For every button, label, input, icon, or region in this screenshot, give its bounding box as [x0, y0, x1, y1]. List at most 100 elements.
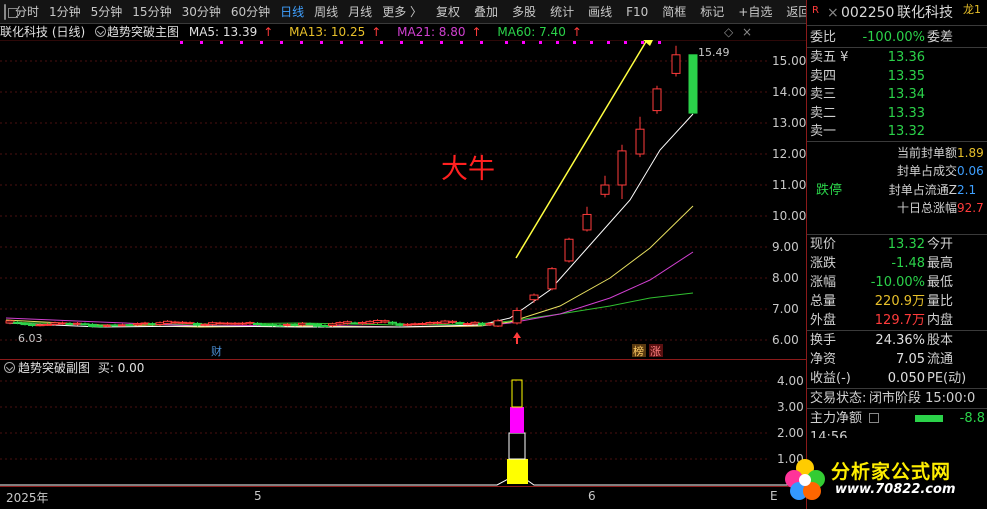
ask-row: 卖一 13.32 — [810, 124, 925, 139]
candle-body — [343, 321, 352, 324]
signal-dot — [539, 41, 542, 44]
candle-body — [125, 324, 135, 327]
mark-button[interactable]: 标记 — [695, 0, 729, 24]
quote-row: 现价 13.32 今开 — [810, 236, 954, 252]
candle-body — [193, 322, 202, 326]
tab-60min[interactable]: 60分钟 — [226, 0, 275, 24]
candle-body — [688, 54, 698, 114]
ask-row: 卖三 13.34 — [810, 87, 925, 102]
signal-dot — [624, 41, 627, 44]
candle-body — [388, 321, 397, 324]
sub-indicator-name[interactable]: 趋势突破副图 — [18, 361, 90, 375]
main-indicator-name[interactable]: 趋势突破主图 — [107, 25, 179, 39]
stock-code: 002250 — [841, 5, 895, 21]
signal-dot — [505, 41, 508, 44]
candle-body — [671, 54, 681, 74]
tab-more[interactable]: 更多 〉 — [377, 0, 427, 24]
tab-5min[interactable]: 5分钟 — [86, 0, 128, 24]
price-tick: 13.00 — [772, 116, 806, 130]
draw-line-button[interactable]: 画线 — [583, 0, 617, 24]
sub-tick: 3.00 — [777, 400, 804, 414]
candle-body — [133, 323, 142, 326]
tab-1min[interactable]: 1分钟 — [44, 0, 86, 24]
simple-frame-button[interactable]: 简框 — [657, 0, 691, 24]
candle-body — [410, 323, 420, 326]
overlay-button[interactable]: 叠加 — [469, 0, 503, 24]
year-label: 2025年 — [6, 491, 49, 505]
signal-dot — [420, 41, 423, 44]
candle-body — [335, 322, 345, 325]
candle-body — [163, 320, 172, 324]
period-toolbar: 分时 1分钟 5分钟 15分钟 30分钟 60分钟 日线 周线 月线 更多 〉 … — [0, 0, 810, 24]
seal-row: 十日总涨幅 92.7 — [896, 201, 984, 215]
price-tick: 10.00 — [772, 209, 806, 223]
stats-list: 换手 24.36% 股本 净资 7.05 流通 收益(-) 0.050 PE(动) — [807, 331, 987, 388]
close-icon[interactable]: × — [827, 0, 839, 26]
candle-body — [13, 321, 22, 324]
candle-body — [358, 321, 367, 325]
tab-daily[interactable]: 日线 — [275, 0, 309, 24]
candle-body — [320, 325, 330, 328]
signal-dot — [380, 41, 383, 44]
chevron-down-icon[interactable] — [4, 362, 15, 373]
candle-body — [200, 323, 210, 326]
diamond-icon[interactable]: ◇ — [724, 24, 733, 40]
buy-signal-arrow-icon — [513, 332, 521, 344]
signal-dot — [260, 41, 263, 44]
time-axis: 2025年 5 6 E — [0, 486, 806, 509]
quote-row: 涨幅 -10.00% 最低 — [810, 274, 954, 290]
price-tick: 12.00 — [772, 147, 806, 161]
close-icon[interactable]: × — [742, 24, 752, 40]
weibi-row: 委比 -100.00% 委差 — [810, 30, 954, 45]
price-tick: 6.00 — [772, 333, 799, 347]
signal-dot — [556, 41, 559, 44]
signal-dot — [460, 41, 463, 44]
sub-indicator-chart[interactable]: 4.003.002.001.00 — [0, 375, 806, 486]
stats-button[interactable]: 统计 — [545, 0, 579, 24]
signal-dot — [280, 41, 283, 44]
main-kline-chart[interactable]: 15.00 14.00 13.00 12.00 11.00 10.00 9.00 8.00 7.… — [0, 40, 806, 360]
candle-body — [140, 322, 150, 325]
tab-15min[interactable]: 15分钟 — [127, 0, 176, 24]
candle-body — [512, 310, 522, 324]
sub-tick: 2.00 — [777, 426, 804, 440]
tab-30min[interactable]: 30分钟 — [177, 0, 226, 24]
candle-body — [185, 322, 195, 325]
net-flow-row: 主力净额 -8.8 — [810, 410, 985, 426]
candle-body — [88, 323, 97, 327]
candle-body — [230, 322, 240, 325]
table-icon — [869, 412, 879, 423]
limit-seal-block: 跌停 当前封单额 1.89 封单占成交 0.06 封单占流通Z 2.1 十日总涨幅 92… — [807, 142, 987, 234]
signal-dot — [658, 41, 661, 44]
f10-button[interactable]: F10 — [621, 0, 653, 24]
candle-body — [148, 323, 157, 326]
candle-body — [58, 322, 67, 325]
candle-body — [5, 320, 15, 324]
signal-dot — [340, 41, 343, 44]
candle-body — [275, 324, 285, 327]
candle-body — [547, 268, 557, 290]
candle-body — [418, 322, 427, 325]
multi-stock-button[interactable]: 多股 — [507, 0, 541, 24]
quote-panel: R × 002250 联化科技 龙1 委比 -100.00% 委差 卖五 ¥13… — [785, 0, 987, 509]
watermark-url: www.70822.com — [835, 482, 956, 497]
candle-body — [564, 238, 574, 262]
candle-body — [178, 321, 187, 324]
signal-dot — [573, 41, 576, 44]
tab-monthly[interactable]: 月线 — [343, 0, 377, 24]
fuquan-button[interactable]: 复权 — [431, 0, 465, 24]
add-watchlist-button[interactable]: +自选 — [733, 0, 777, 24]
sub-indicator-header: 趋势突破副图 买: 0.00 — [0, 359, 806, 375]
quote-row: 总量 220.9万 量比 — [810, 293, 954, 309]
quote-list: 现价 13.32 今开 涨跌 -1.48 最高 涨幅 -10.00% 最低 总量 220.9万 量比外… — [807, 235, 987, 330]
layout-icon[interactable] — [4, 3, 18, 20]
indicator-info-bar: 联化科技 (日线) 趋势突破主图 MA5: 13.39 ↑ MA13: 10.25… — [0, 24, 806, 40]
candle-body — [73, 322, 82, 325]
tab-weekly[interactable]: 周线 — [309, 0, 343, 24]
month-may-label: 5 — [254, 489, 262, 503]
price-tick: 9.00 — [772, 240, 799, 254]
candle-body — [395, 323, 405, 326]
candle-body — [245, 322, 255, 325]
chevron-down-icon[interactable] — [95, 26, 107, 37]
candle-body — [652, 88, 662, 112]
